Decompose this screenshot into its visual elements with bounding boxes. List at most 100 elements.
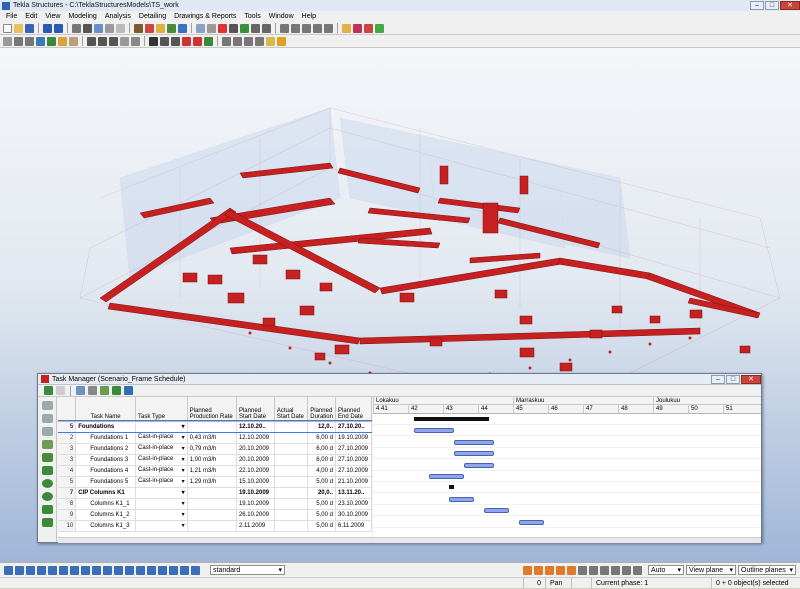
gantt-task-bar[interactable] <box>484 508 509 514</box>
chevron-down-icon[interactable]: ▾ <box>182 445 185 452</box>
down-icon[interactable] <box>42 492 53 501</box>
start-date-cell[interactable]: 2.11.2009 <box>236 520 275 532</box>
gantt-task-bar[interactable] <box>519 519 544 525</box>
actual-start-cell[interactable] <box>274 432 309 444</box>
slab-icon[interactable] <box>105 23 114 33</box>
polygon-icon[interactable] <box>69 36 78 46</box>
snap-geom-icon[interactable] <box>534 565 543 575</box>
start-date-cell[interactable]: 19.10.2009 <box>236 487 275 499</box>
menu-modeling[interactable]: Modeling <box>64 13 100 20</box>
start-date-cell[interactable]: 22.10.2009 <box>236 465 275 477</box>
duration-cell[interactable]: 5,00 d <box>307 498 336 510</box>
select-bolts-icon[interactable] <box>70 565 79 575</box>
gantt-task-bar[interactable] <box>414 428 454 434</box>
duration-cell[interactable]: 5,00 d <box>307 520 336 532</box>
target-icon[interactable] <box>277 36 286 46</box>
table-row[interactable]: 5 Foundations ▾ 12.10.20.. 12,0.. 27.10.20.. <box>58 420 372 433</box>
pan-icon[interactable] <box>171 36 180 46</box>
task-name-cell[interactable]: Foundations 4 <box>75 465 137 477</box>
select-mesh-icon[interactable] <box>180 565 189 575</box>
plane-select[interactable]: View plane ▾ <box>686 565 736 575</box>
indent-icon[interactable] <box>76 386 85 395</box>
undo-icon[interactable] <box>43 23 52 33</box>
gantt-task-bar[interactable] <box>454 439 494 445</box>
export-side-icon[interactable] <box>42 518 53 527</box>
open-icon[interactable] <box>14 23 23 33</box>
select-weld-icon[interactable] <box>364 23 373 33</box>
refresh-icon[interactable] <box>112 386 121 395</box>
end-date-cell[interactable]: 27.10.2009 <box>335 443 372 455</box>
export-icon[interactable] <box>124 386 133 395</box>
note-icon[interactable] <box>266 36 275 46</box>
end-date-cell[interactable]: 27.10.2009 <box>335 465 372 477</box>
start-date-cell[interactable]: 20.10.2009 <box>236 443 275 455</box>
save-icon[interactable] <box>25 23 34 33</box>
minimize-button[interactable]: – <box>750 1 764 10</box>
end-date-cell[interactable]: 27.10.20.. <box>335 421 372 433</box>
chevron-down-icon[interactable]: ▾ <box>182 456 185 463</box>
gantt-summary-bar[interactable] <box>414 417 489 421</box>
snap-nearest-icon[interactable] <box>545 565 554 575</box>
gantt-task-bar[interactable] <box>464 462 494 468</box>
start-date-cell[interactable]: 20.10.2009 <box>236 454 275 466</box>
chevron-down-icon[interactable]: ▾ <box>182 522 185 529</box>
move-icon[interactable] <box>262 23 271 33</box>
tm-minimize-button[interactable]: – <box>711 374 725 384</box>
duration-cell[interactable]: 6,00 d <box>307 454 336 466</box>
task-type-cell[interactable]: ▾ <box>135 421 188 433</box>
select-cuts-icon[interactable] <box>103 565 112 575</box>
bolt-icon[interactable] <box>134 23 143 33</box>
duration-cell[interactable]: 20,0.. <box>307 487 336 499</box>
table-row[interactable]: 9 Columns K1_2 ▾ 26.10.2009 5,00 d 30.10.2009 <box>58 509 372 521</box>
tm-maximize-button[interactable]: □ <box>726 374 740 384</box>
weld-icon[interactable] <box>145 23 154 33</box>
show-icon[interactable] <box>204 36 213 46</box>
depth-select[interactable]: Auto ▾ <box>648 565 684 575</box>
rate-cell[interactable] <box>187 509 237 521</box>
duration-cell[interactable]: 6,00 d <box>307 443 336 455</box>
task-type-cell[interactable]: ▾ <box>135 487 188 499</box>
menu-view[interactable]: View <box>41 13 64 20</box>
menu-window[interactable]: Window <box>265 13 298 20</box>
table-row[interactable]: 8 Columns K1_1 ▾ 19.10.2009 5,00 d 23.10.2009 <box>58 498 372 510</box>
rate-cell[interactable] <box>187 421 237 433</box>
pick-icon[interactable] <box>3 36 12 46</box>
gantt-task-bar[interactable] <box>429 474 464 479</box>
rate-cell[interactable]: 0,79 m3/h <box>187 443 237 455</box>
select-components-icon[interactable] <box>15 565 24 575</box>
col-production-rate[interactable]: Planned Production Rate <box>187 397 237 422</box>
actual-start-cell[interactable] <box>274 454 309 466</box>
select-surface-icon[interactable] <box>158 565 167 575</box>
arc-icon[interactable] <box>47 36 56 46</box>
table-row[interactable]: 3 Foundations 2 Cast-in-place ▾ 0,79 m3/h 20.… <box>58 443 372 455</box>
duration-cell[interactable]: 5,00 d <box>307 476 336 488</box>
task-type-cell[interactable]: ▾ <box>135 498 188 510</box>
col-task-name[interactable]: Task Name <box>75 397 137 422</box>
highlight-icon[interactable] <box>42 427 53 436</box>
snap-mid-icon[interactable] <box>302 23 311 33</box>
actual-start-cell[interactable] <box>274 443 309 455</box>
play-icon[interactable] <box>42 479 53 488</box>
end-date-cell[interactable]: 19.10.2009 <box>335 432 372 444</box>
delete-task-icon[interactable] <box>56 386 65 395</box>
snap-end-icon[interactable] <box>291 23 300 33</box>
menu-edit[interactable]: Edit <box>21 13 41 20</box>
task-name-cell[interactable]: Foundations 1 <box>75 432 137 444</box>
menu-help[interactable]: Help <box>298 13 320 20</box>
rate-cell[interactable] <box>187 498 237 510</box>
select-welds-icon[interactable] <box>59 565 68 575</box>
task-name-cell[interactable]: Columns K1_3 <box>75 520 137 532</box>
task-name-cell[interactable]: Columns K1_2 <box>75 509 137 521</box>
select-object-icon[interactable] <box>136 565 145 575</box>
start-date-cell[interactable]: 15.10.2009 <box>236 476 275 488</box>
row-number[interactable]: 4 <box>58 465 77 477</box>
task-manager-window[interactable]: Task Manager (Scenario_Frame Schedule) –… <box>37 373 762 543</box>
hide-icon[interactable] <box>193 36 202 46</box>
col-task-type[interactable]: Task Type <box>135 397 188 422</box>
rate-cell[interactable] <box>187 487 237 499</box>
select-assembly-icon[interactable] <box>375 23 384 33</box>
strip-icon[interactable] <box>131 36 140 46</box>
point-icon[interactable] <box>218 23 227 33</box>
menu-detailing[interactable]: Detailing <box>135 13 170 20</box>
snap-icon[interactable] <box>280 23 289 33</box>
